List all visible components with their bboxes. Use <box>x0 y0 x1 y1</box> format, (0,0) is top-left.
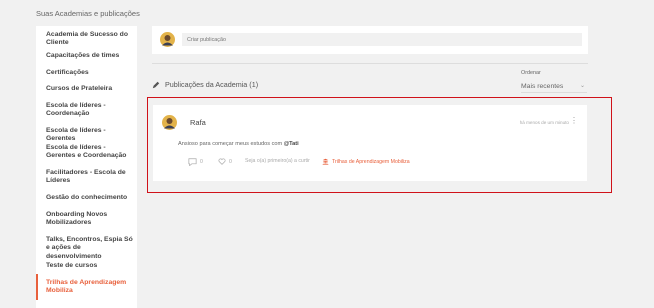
sidebar-item-talks[interactable]: Talks, Encontros, Espia Só e ações de de… <box>46 236 134 261</box>
academies-sidebar: Academia de Sucesso do Cliente Capacitaç… <box>36 26 137 308</box>
sidebar-item-lideres-gerentes[interactable]: Escola de líderes - Gerentes <box>46 127 134 144</box>
page-title: Suas Academias e publicações <box>36 9 140 18</box>
comment-button[interactable]: 0 <box>188 158 203 166</box>
sidebar-item-capacitacoes[interactable]: Capacitações de times <box>46 52 134 60</box>
comment-count: 0 <box>200 159 203 165</box>
academy-icon <box>322 158 329 165</box>
divider <box>152 63 588 64</box>
sidebar-item-gestao-conhecimento[interactable]: Gestão do conhecimento <box>46 194 134 202</box>
section-heading: Publicações da Academia (1) <box>152 80 258 89</box>
sidebar-item-facilitadores[interactable]: Facilitadores - Escola de Líderes <box>46 169 134 186</box>
post-text: Ansioso para começar meus estudos com @T… <box>178 141 299 147</box>
academy-tag[interactable]: Trilhas de Aprendizagem Mobiliza <box>322 158 410 165</box>
mention-link[interactable]: @Tati <box>284 141 299 147</box>
post-timestamp: há menos de um minuto <box>519 120 569 125</box>
sidebar-item-onboarding[interactable]: Onboarding Novos Mobilizadores <box>46 211 134 228</box>
user-avatar <box>160 32 175 47</box>
sidebar-item-lideres-gerentes-coordenacao[interactable]: Escola de líderes - Gerentes e Coordenaç… <box>46 144 134 161</box>
pencil-icon <box>152 81 160 88</box>
like-count: 0 <box>229 158 232 165</box>
create-post-input[interactable] <box>182 33 582 46</box>
active-item-indicator <box>36 274 38 300</box>
chevron-down-icon: ⌄ <box>579 83 585 89</box>
sidebar-item-certificacoes[interactable]: Certificações <box>46 69 134 77</box>
sidebar-item-cursos-prateleira[interactable]: Cursos de Prateleira <box>46 85 134 93</box>
section-title: Publicações da Academia (1) <box>165 80 259 89</box>
author-avatar[interactable] <box>162 115 177 130</box>
heart-icon <box>218 158 226 165</box>
sidebar-item-academia-sucesso[interactable]: Academia de Sucesso do Cliente <box>46 31 134 48</box>
order-value: Mais recentes <box>521 83 564 90</box>
more-options-icon[interactable]: ⋮ <box>570 117 578 125</box>
post-author[interactable]: Rafa <box>190 118 206 127</box>
sidebar-item-teste-cursos[interactable]: Teste de cursos <box>46 262 134 270</box>
post-body: Ansioso para começar meus estudos com <box>178 141 284 147</box>
sidebar-item-trilhas[interactable]: Trilhas de Aprendizagem Mobiliza <box>46 279 134 296</box>
sidebar-item-lideres-coordenacao[interactable]: Escola de líderes - Coordenação <box>46 102 134 119</box>
order-select[interactable]: Mais recentes ⌄ <box>521 83 587 93</box>
comment-icon <box>188 158 197 166</box>
academy-tag-label: Trilhas de Aprendizagem Mobiliza <box>332 158 410 165</box>
like-button[interactable]: 0 <box>218 158 232 165</box>
post-card: Rafa há menos de um minuto ⋮ Ansioso par… <box>153 105 587 181</box>
order-label: Ordenar <box>521 70 541 76</box>
post-composer <box>152 26 588 54</box>
first-like-text: Seja o(a) primeiro(a) a curtir <box>245 158 310 164</box>
